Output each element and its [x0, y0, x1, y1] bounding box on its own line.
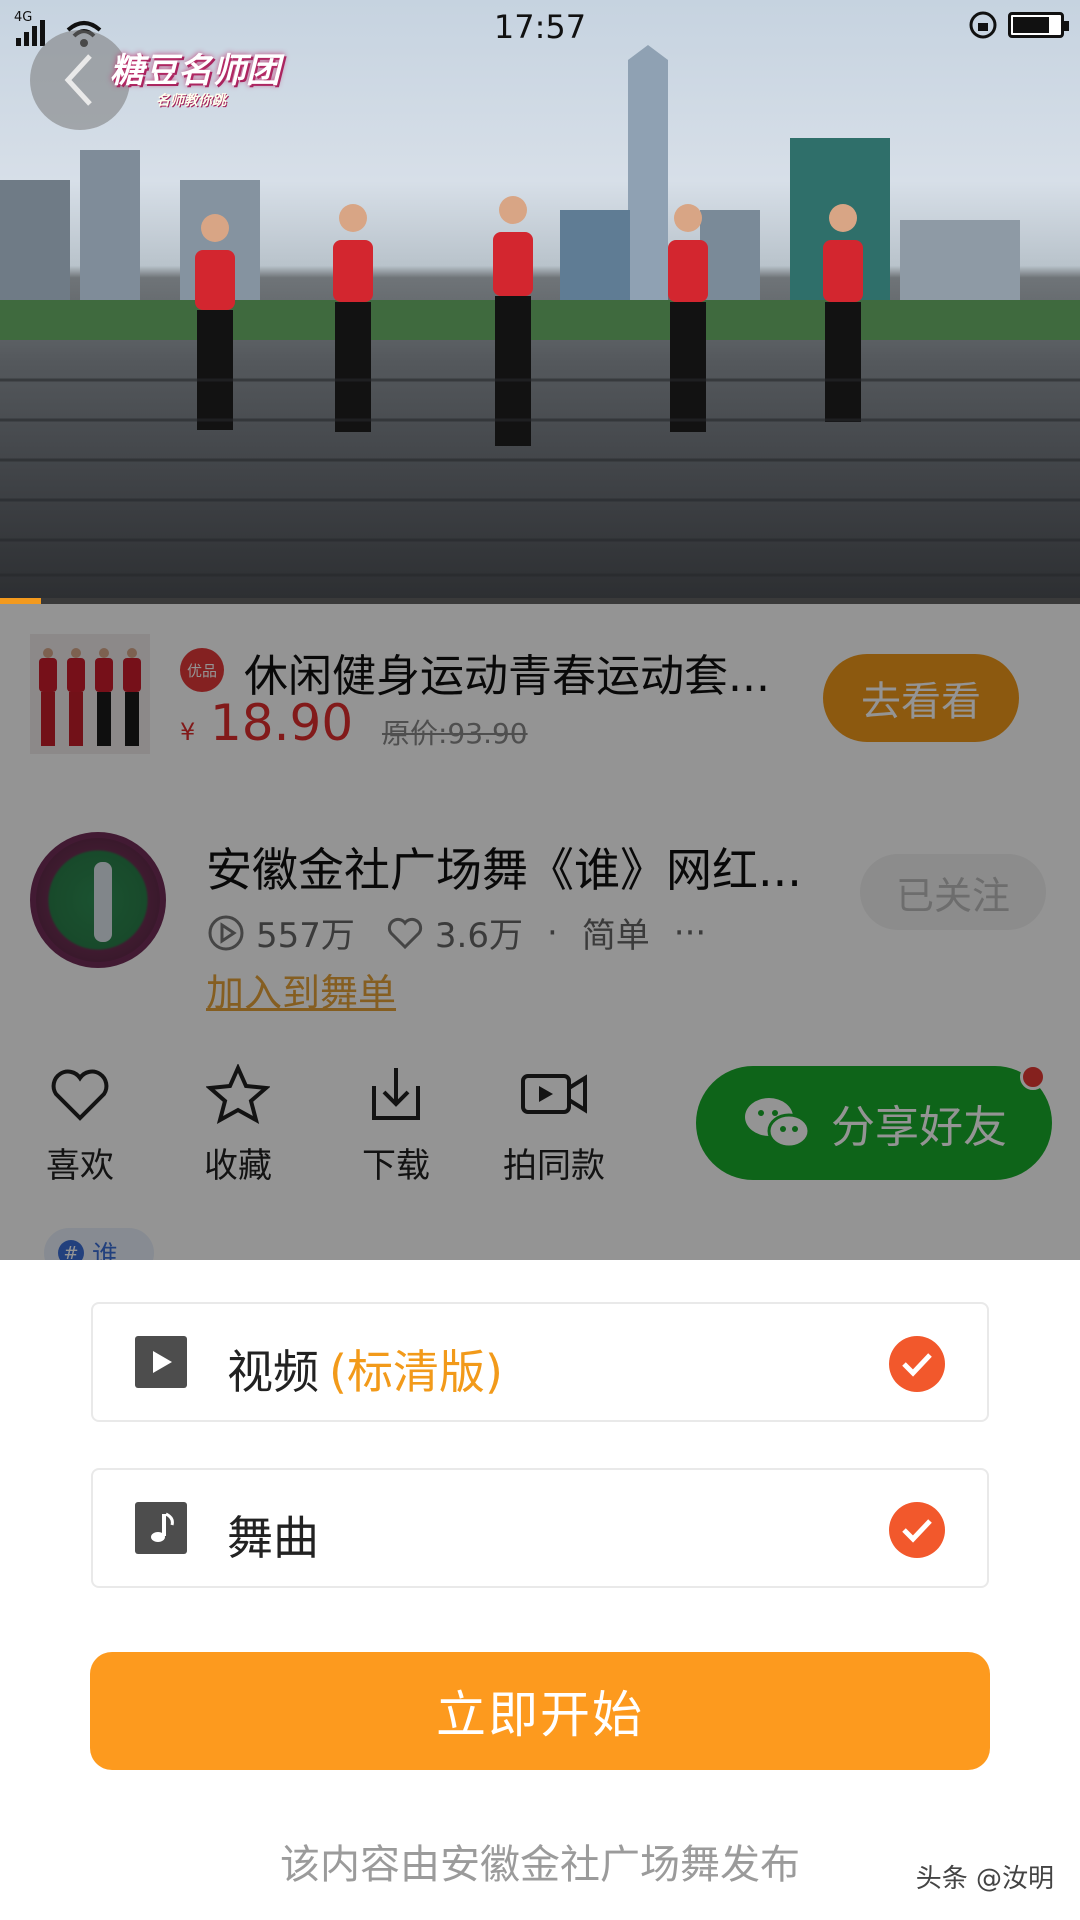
download-action[interactable]: 下载 — [336, 1064, 456, 1187]
video-title: 安徽金社广场舞《谁》网红... — [206, 843, 802, 897]
stats-separator: · — [546, 912, 558, 953]
channel-logo: 糖豆名师团 名师教你跳 — [96, 32, 294, 110]
record-same-action[interactable]: 拍同款 — [494, 1064, 614, 1187]
difficulty: 简单 — [581, 916, 650, 956]
option-video-quality: (标清版) — [329, 1345, 503, 1399]
notification-dot — [1020, 1064, 1046, 1090]
video-detail: 优品 休闲健身运动青春运动套... ¥ 18.90 原价:93.90 去看看 安… — [0, 604, 1080, 1278]
rotation-lock-icon — [969, 11, 997, 39]
favorite-label: 收藏 — [204, 1146, 272, 1186]
play-count-icon — [208, 915, 244, 950]
like-label: 喜欢 — [46, 1146, 114, 1186]
chevron-left-icon — [64, 54, 92, 106]
like-action[interactable]: 喜欢 — [20, 1064, 140, 1187]
original-price: 原价:93.90 — [382, 717, 528, 750]
share-friends-button[interactable]: 分享好友 — [696, 1066, 1052, 1180]
play-icon — [135, 1336, 187, 1388]
battery-icon — [1008, 12, 1069, 38]
heart-icon — [387, 917, 422, 949]
option-video[interactable]: 视频 (标清版) — [91, 1302, 989, 1422]
go-see-button[interactable]: 去看看 — [823, 654, 1019, 742]
option-music-text: 舞曲 — [227, 1511, 319, 1565]
download-sheet: 视频 (标清版) 舞曲 立即开始 该内容由安徽金社广场舞发布 头条 @汝明 — [0, 1260, 1080, 1920]
download-icon — [372, 1068, 420, 1120]
option-video-label: 视频 (标清版) — [227, 1336, 503, 1402]
share-label: 分享好友 — [831, 1102, 1007, 1153]
follow-button[interactable]: 已关注 — [860, 854, 1046, 930]
avatar[interactable] — [30, 832, 166, 968]
music-note-icon — [135, 1502, 187, 1554]
video-player[interactable]: 4G 17:57 糖豆名师团 名师教你跳 — [0, 0, 1080, 604]
download-label: 下载 — [362, 1146, 430, 1186]
option-video-text: 视频 — [227, 1345, 319, 1399]
channel-logo-text: 糖豆名师团 — [110, 50, 280, 91]
video-stats: 557万 3.6万 · 简单 ··· — [206, 908, 720, 957]
product-card[interactable]: 优品 休闲健身运动青春运动套... ¥ 18.90 原价:93.90 去看看 — [30, 634, 1050, 754]
product-badge: 优品 — [180, 648, 224, 692]
checkmark-icon[interactable] — [889, 1502, 945, 1558]
option-music[interactable]: 舞曲 — [91, 1468, 989, 1588]
favorite-action[interactable]: 收藏 — [178, 1064, 298, 1187]
heart-outline-icon — [51, 1069, 109, 1121]
price-currency: ¥ — [180, 718, 196, 746]
add-to-playlist-link[interactable]: 加入到舞单 — [206, 962, 396, 1017]
action-bar: 喜欢 收藏 下载 拍同款 分享好友 — [0, 1064, 1080, 1204]
start-now-button[interactable]: 立即开始 — [90, 1652, 990, 1770]
play-count: 557万 — [256, 916, 355, 956]
checkmark-icon[interactable] — [889, 1336, 945, 1392]
star-icon — [206, 1064, 270, 1124]
status-right — [968, 10, 1069, 40]
author-section: 安徽金社广场舞《谁》网红... 557万 3.6万 · 简单 ··· 加入到舞单… — [30, 832, 1050, 1015]
watermark: 头条 @汝明 — [915, 1864, 1054, 1894]
video-camera-icon — [521, 1074, 587, 1114]
more-icon[interactable]: ··· — [674, 913, 706, 953]
channel-logo-sub: 名师教你跳 — [156, 93, 226, 109]
option-music-label: 舞曲 — [227, 1502, 319, 1568]
wechat-icon — [745, 1098, 811, 1149]
product-price: 18.90 — [210, 694, 354, 752]
record-same-label: 拍同款 — [503, 1146, 605, 1186]
like-count: 3.6万 — [434, 916, 523, 956]
product-thumbnail — [30, 634, 150, 754]
